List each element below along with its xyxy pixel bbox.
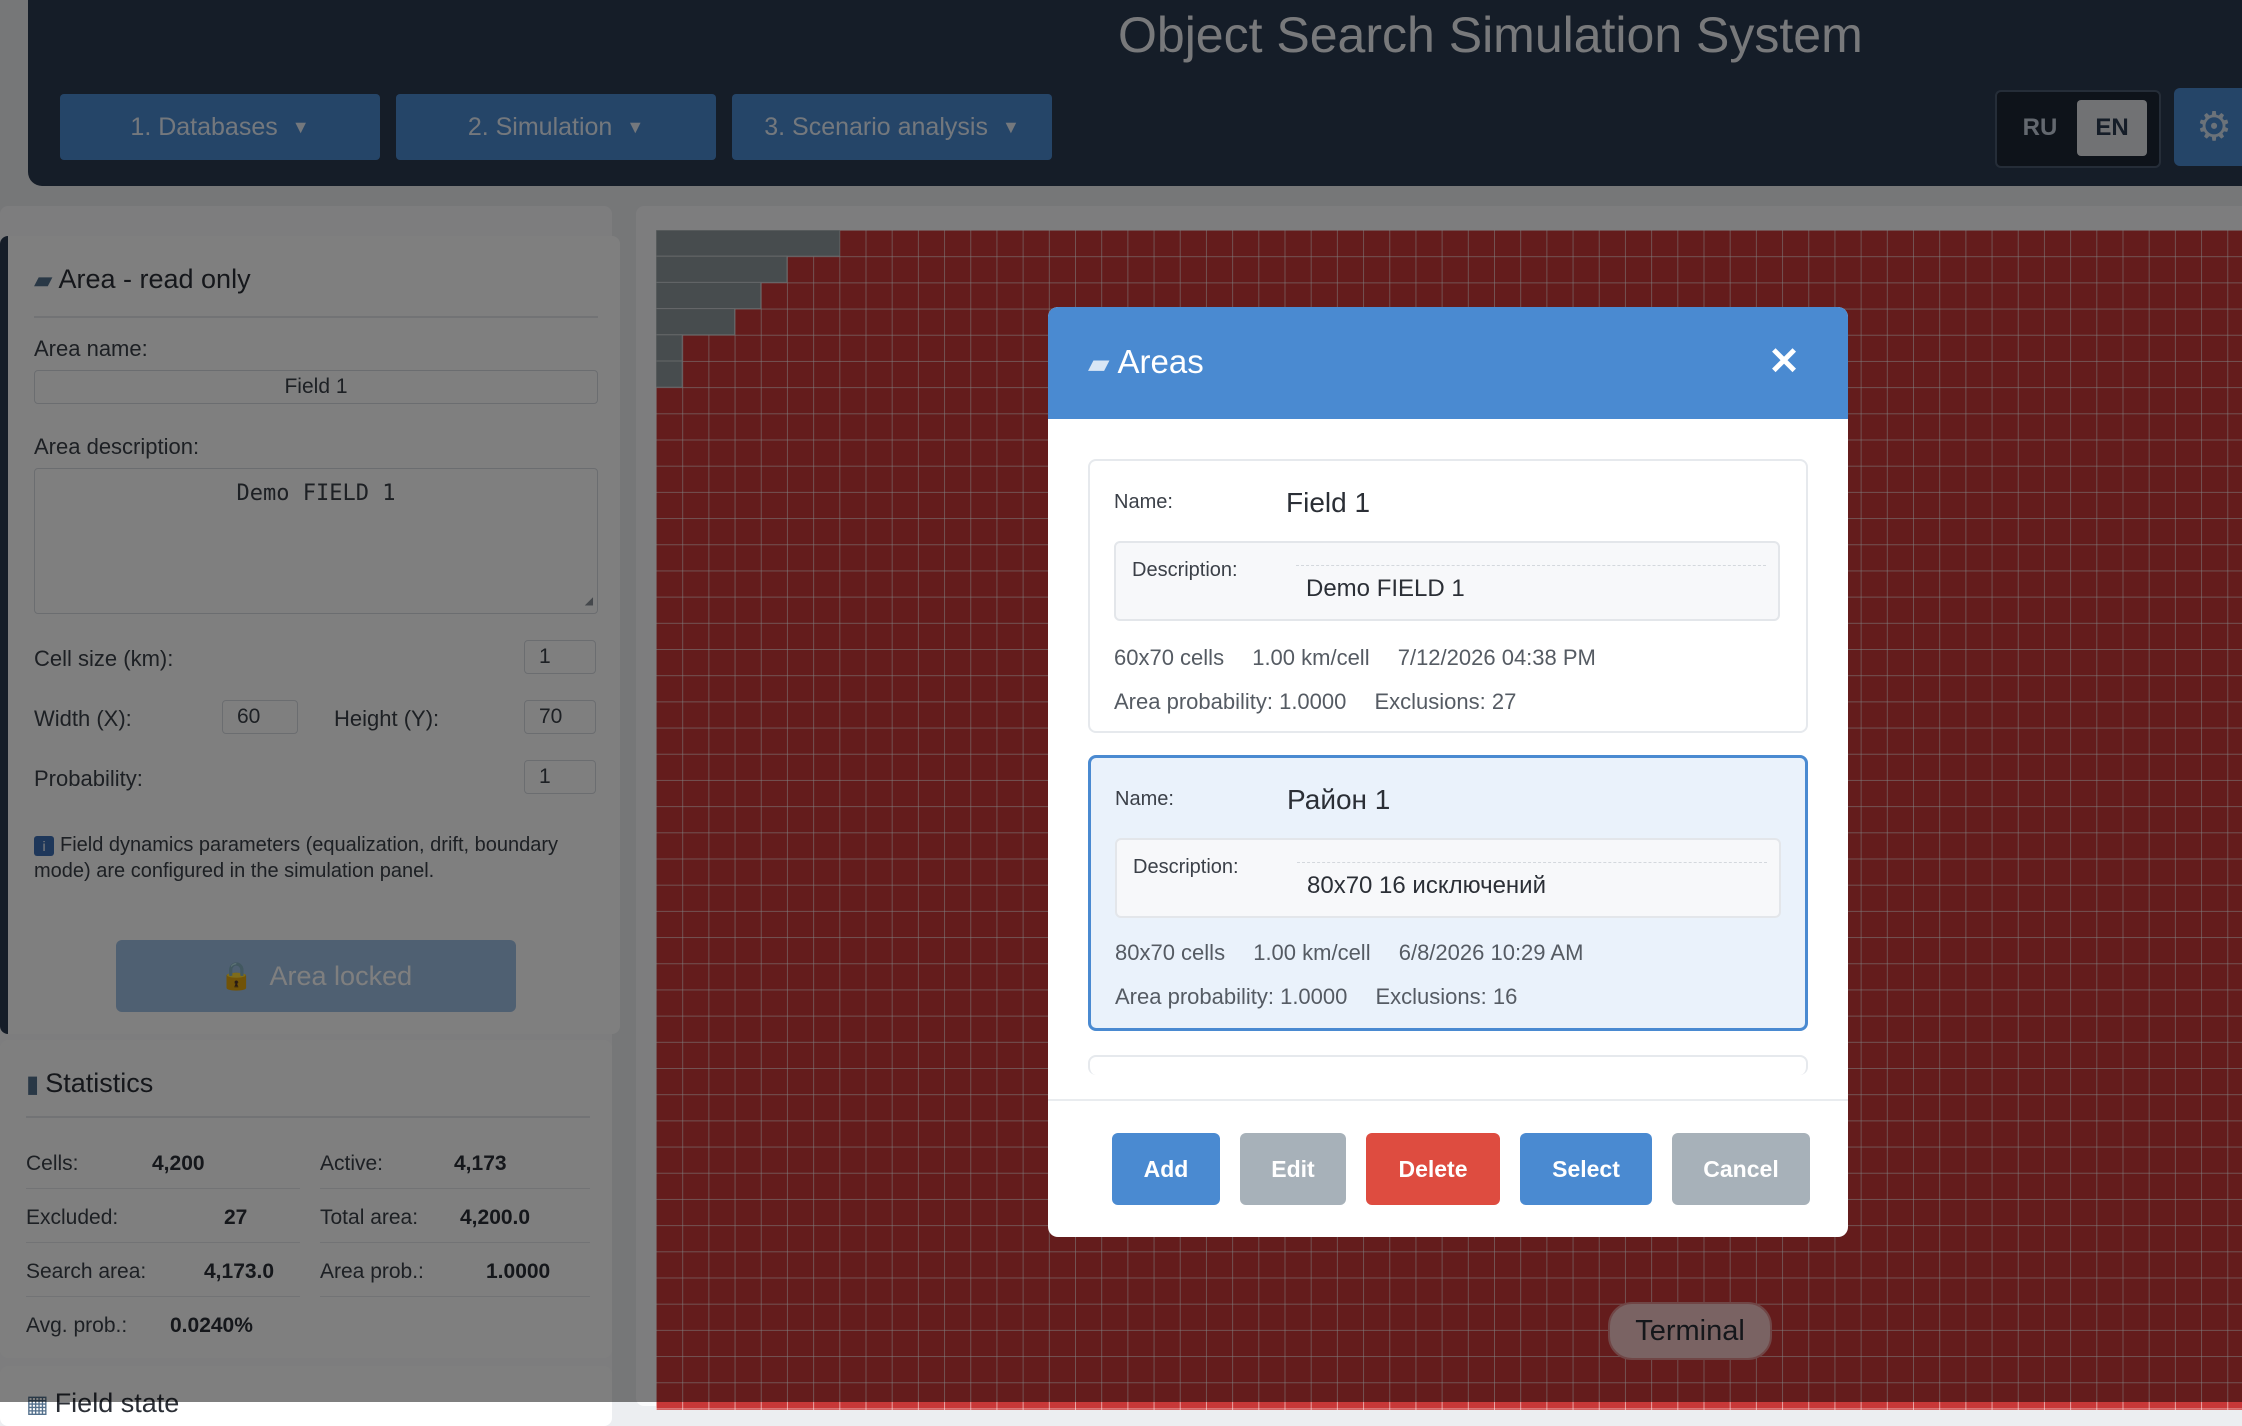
area-date: 6/8/2026 10:29 AM <box>1398 940 1584 965</box>
area-probability: Area probability: 1.0000 <box>1115 984 1348 1009</box>
area-cells: 60x70 cells <box>1114 645 1225 670</box>
area-description-label: Description: <box>1133 856 1239 878</box>
area-description: Demo FIELD 1 <box>1306 575 1465 602</box>
dialog-title: ▰ Areas <box>1088 343 1204 381</box>
close-icon[interactable]: ✕ <box>1768 339 1800 384</box>
area-list-item[interactable] <box>1088 1055 1808 1075</box>
divider <box>1296 565 1766 566</box>
area-description-box: Description: Demo FIELD 1 <box>1114 541 1780 621</box>
area-probability: Area probability: 1.0000 <box>1114 689 1347 714</box>
areas-dialog: ▰ Areas ✕ Name: Field 1 Description: Demo… <box>1048 307 1848 1237</box>
divider <box>1048 1099 1848 1101</box>
area-name: Район 1 <box>1287 784 1391 815</box>
area-meta-line: Area probability: 1.0000 Exclusions: 27 <box>1114 689 1538 715</box>
area-name-label: Name: <box>1114 491 1173 513</box>
area-meta-line: Area probability: 1.0000 Exclusions: 16 <box>1115 984 1539 1010</box>
area-name: Field 1 <box>1286 487 1371 518</box>
dialog-title-text: Areas <box>1117 343 1204 380</box>
area-name-label: Name: <box>1115 788 1174 810</box>
area-list-item[interactable]: Name: Field 1 Description: Demo FIELD 1 … <box>1088 459 1808 733</box>
add-button[interactable]: Add <box>1112 1133 1220 1205</box>
edit-button[interactable]: Edit <box>1240 1133 1346 1205</box>
area-date: 7/12/2026 04:38 PM <box>1397 645 1596 670</box>
delete-button[interactable]: Delete <box>1366 1133 1500 1205</box>
area-description: 80x70 16 исключений <box>1307 872 1546 899</box>
area-exclusions: Exclusions: 16 <box>1375 984 1518 1009</box>
area-description-label: Description: <box>1132 559 1238 581</box>
area-cells: 80x70 cells <box>1115 940 1226 965</box>
area-cell-size: 1.00 km/cell <box>1253 940 1371 965</box>
folder-icon: ▰ <box>1088 348 1110 379</box>
area-exclusions: Exclusions: 27 <box>1374 689 1517 714</box>
area-meta-line: 80x70 cells 1.00 km/cell 6/8/2026 10:29 … <box>1115 940 1605 966</box>
cancel-button[interactable]: Cancel <box>1672 1133 1810 1205</box>
area-list-item-selected[interactable]: Name: Район 1 Description: 80x70 16 искл… <box>1088 755 1808 1031</box>
area-description-box: Description: 80x70 16 исключений <box>1115 838 1781 918</box>
divider <box>1297 862 1767 863</box>
area-cell-size: 1.00 km/cell <box>1252 645 1370 670</box>
select-button[interactable]: Select <box>1520 1133 1652 1205</box>
dialog-header: ▰ Areas ✕ <box>1048 307 1848 419</box>
area-meta-line: 60x70 cells 1.00 km/cell 7/12/2026 04:38… <box>1114 645 1618 671</box>
